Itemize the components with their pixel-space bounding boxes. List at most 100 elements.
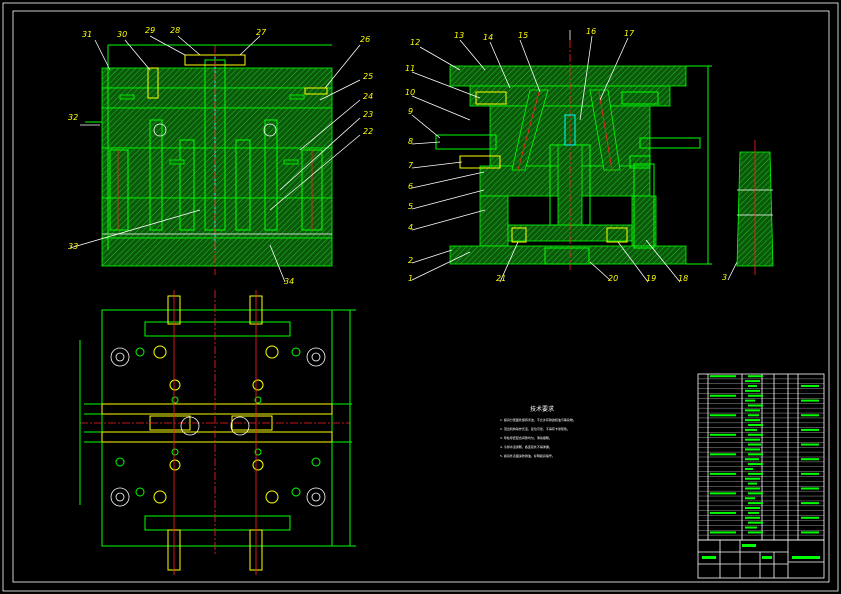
cad-drawing: 31 30 29 28 27 26 25 24 23 22 32 33 34 1… [2,2,839,592]
parts-list-entry-mark [748,511,759,514]
parts-list-name-mark [710,511,736,514]
parts-list-name-mark [710,394,736,397]
title-block [697,539,825,579]
label-30: 30 [117,30,127,39]
label-4: 4 [408,223,413,232]
plan-view [79,290,356,575]
label-16: 16 [586,27,596,36]
parts-list-entry-mark [745,516,760,519]
label-19: 19 [646,274,656,283]
label-13: 13 [454,31,464,40]
parts-list-entry-mark [745,419,760,422]
label-8: 8 [408,137,413,146]
parts-list-name-mark [710,414,736,417]
label-1: 1 [408,274,413,283]
parts-list-entry-mark [748,492,763,495]
parts-list-entry-mark [748,463,763,466]
parts-list-entry-mark [748,433,763,436]
technical-requirements: 技术要求 1. 模具分型面处保持清洁，不允许有锈迹和油污等杂物。 2. 顶出机构… [500,405,576,458]
label-2: 2 [408,256,413,265]
parts-list-entry-mark [748,375,763,378]
detail-part-3 [736,140,774,275]
parts-list-name-mark [710,531,736,534]
parts-list-entry-mark [748,531,763,534]
parts-list-entry-mark [745,487,760,490]
parts-list-material-mark [801,502,819,505]
parts-list-material-mark [801,414,819,417]
parts-list-material-mark [801,472,819,475]
label-20: 20 [608,274,618,283]
label-5: 5 [408,202,413,211]
label-17: 17 [624,29,635,38]
parts-list-entry-mark [745,448,760,451]
label-26: 26 [360,35,370,44]
label-25: 25 [363,72,373,81]
parts-list-material-mark [801,443,819,446]
tech-req-line-1: 1. 模具分型面处保持清洁，不允许有锈迹和油污等杂物。 [500,417,576,422]
parts-list-entry-mark [745,497,755,500]
parts-list-entry-mark [748,443,761,446]
tech-req-line-4: 4. 冷却水道通畅，各连接处不得渗漏。 [500,444,552,449]
parts-list-name-mark [710,433,736,436]
label-34: 34 [284,277,294,286]
parts-list-entry-mark [745,389,760,392]
parts-list-material-mark [801,531,819,534]
label-12: 12 [410,38,420,47]
label-6: 6 [408,182,413,191]
label-22: 22 [363,127,373,136]
parts-list-name-mark [710,472,736,475]
parts-list-entry-mark [748,521,763,524]
drawing-canvas: { "drawing": { "colors": { "background":… [0,0,841,594]
label-3: 3 [722,273,727,282]
parts-list-entry-mark [745,428,757,431]
parts-list-entry-mark [745,526,757,529]
parts-list-entry-mark [745,477,760,480]
label-11: 11 [405,64,415,73]
label-21: 21 [496,274,506,283]
parts-list-entry-mark [745,409,760,412]
parts-list-name-mark [710,492,736,495]
tech-req-line-5: 5. 模具外表面涂防锈油，标明模具编号。 [500,453,555,458]
parts-list-entry-mark [748,482,757,485]
label-9: 9 [408,107,413,116]
label-27: 27 [256,28,267,37]
parts-list-entry-mark [748,424,763,427]
label-33: 33 [68,242,78,251]
parts-list-material-mark [801,487,819,490]
parts-list-entry-mark [748,472,763,475]
tech-req-title: 技术要求 [530,405,554,413]
label-28: 28 [170,26,180,35]
label-24: 24 [363,92,373,101]
front-section-view [85,44,333,275]
parts-list-entry-mark [748,414,759,417]
parts-list-entry-mark [748,394,763,397]
parts-list-material-mark [801,399,819,402]
label-31: 31 [82,30,92,39]
label-14: 14 [483,33,493,42]
parts-list-material-mark [801,428,819,431]
parts-list-name-mark [710,453,736,456]
label-7: 7 [408,161,414,170]
parts-list-entry-mark [748,502,763,505]
label-23: 23 [363,110,373,119]
parts-list-entry-mark [745,380,760,383]
parts-list-entry-mark [748,453,763,456]
tech-req-line-3: 3. 导柱导套配合间隙均匀，滑动顺畅。 [500,435,552,440]
parts-list-entry-mark [745,507,760,510]
parts-list-entry-mark [745,399,755,402]
label-15: 15 [518,31,528,40]
parts-list-entry-mark [748,404,763,407]
label-32: 32 [68,113,78,122]
parts-list-entry-mark [745,458,759,461]
label-18: 18 [678,274,688,283]
tech-req-line-2: 2. 顶出机构动作灵活，复位可靠，不得有卡滞现象。 [500,426,570,431]
parts-list-name-mark [710,375,736,378]
parts-list-table [697,373,825,541]
label-10: 10 [405,88,415,97]
parts-list-material-mark [801,384,819,387]
parts-list-entry-mark [748,384,757,387]
parts-list-material-mark [801,458,819,461]
parts-list-entry-mark [745,438,760,441]
label-29: 29 [145,26,155,35]
side-section-view [435,30,712,270]
